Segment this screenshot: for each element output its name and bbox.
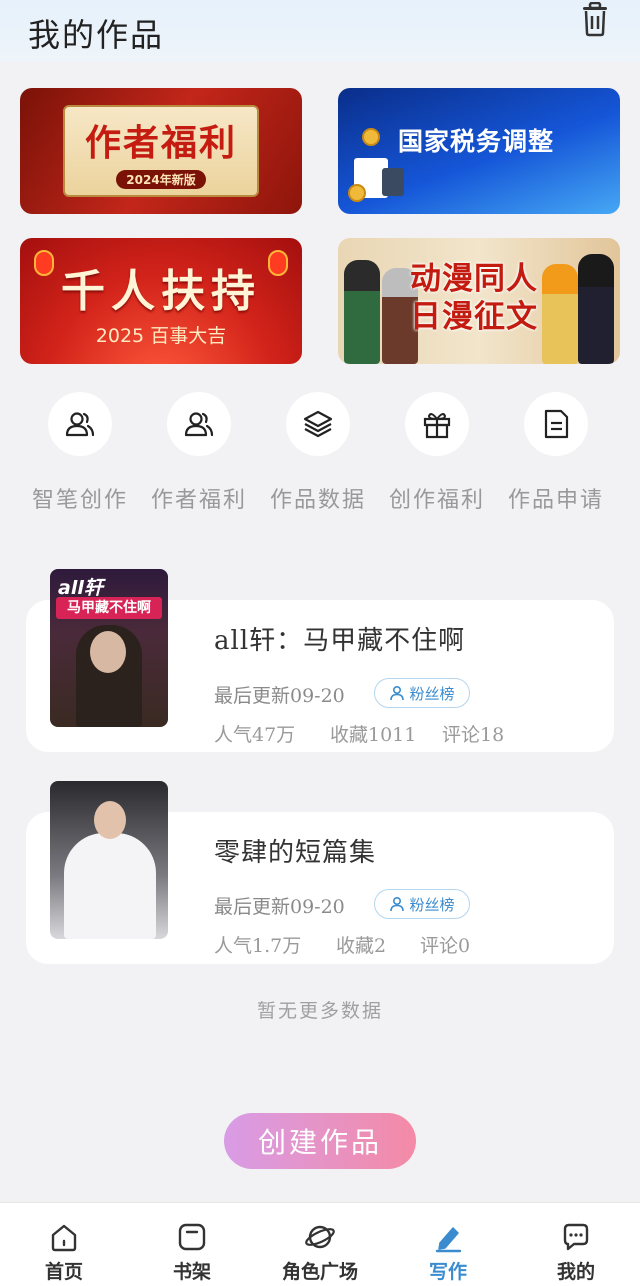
user-icon <box>390 896 405 912</box>
fan-ranking-label: 粉丝榜 <box>409 895 455 914</box>
quick-action-author-welfare[interactable] <box>167 392 231 456</box>
person-illustration <box>64 833 156 939</box>
banner-title: 动漫同人 日漫征文 <box>410 260 538 336</box>
banner-author-welfare[interactable]: 作者福利 2024年新版 <box>20 88 302 214</box>
lantern-illustration <box>34 250 54 276</box>
home-icon <box>51 1224 77 1252</box>
banner-anime-contest[interactable]: 动漫同人 日漫征文 <box>338 238 620 364</box>
banner-title-line: 动漫同人 <box>410 261 538 297</box>
banner-subtitle: 2025 百事大吉 <box>95 324 227 347</box>
face-illustration <box>90 631 126 673</box>
tab-write[interactable]: 写作 <box>384 1203 512 1286</box>
popularity: 人气1.7万 <box>214 935 302 957</box>
tab-character-plaza[interactable]: 角色广场 <box>256 1203 384 1286</box>
no-more-data-text: 暂无更多数据 <box>256 1000 383 1022</box>
quick-action-creation-welfare[interactable] <box>405 392 469 456</box>
favorites: 收藏1011 <box>330 724 417 746</box>
user-icon <box>390 685 405 701</box>
bottom-tab-bar: 首页 书架 角色广场 写作 我的 <box>0 1202 640 1286</box>
banner-subtitle: 2024年新版 <box>116 169 206 189</box>
tab-label: 我的 <box>556 1261 595 1283</box>
quick-action-label: 作品数据 <box>269 488 366 513</box>
lantern-illustration <box>268 250 288 276</box>
tab-mine[interactable]: 我的 <box>512 1203 640 1286</box>
cover-band: 马甲藏不住啊 <box>56 597 162 619</box>
face-illustration <box>94 801 126 839</box>
coin-illustration <box>362 128 380 146</box>
quick-action-work-application[interactable] <box>524 392 588 456</box>
banner-panel: 作者福利 2024年新版 <box>63 105 259 197</box>
tab-home[interactable]: 首页 <box>0 1203 128 1286</box>
work-cover[interactable] <box>50 781 168 939</box>
layers-icon <box>303 410 333 438</box>
quick-action-label: 作者福利 <box>150 488 247 513</box>
quick-action-label: 创作福利 <box>388 488 485 513</box>
calculator-illustration <box>382 168 404 196</box>
tab-label: 写作 <box>428 1261 467 1283</box>
page-title: 我的作品 <box>28 16 165 54</box>
users-icon <box>65 412 95 437</box>
tab-label: 首页 <box>44 1261 83 1283</box>
banner-title: 千人扶持 <box>61 265 261 317</box>
tab-label: 角色广场 <box>281 1261 358 1283</box>
banner-title-line: 日漫征文 <box>410 299 538 335</box>
comments: 评论18 <box>442 724 505 746</box>
banner-tax-adjustment[interactable]: 国家税务调整 <box>338 88 620 214</box>
quick-action-label: 作品申请 <box>507 488 604 513</box>
banner-title: 国家税务调整 <box>398 127 555 156</box>
quick-action-work-data[interactable] <box>286 392 350 456</box>
character-illustration <box>344 260 380 364</box>
chat-icon <box>563 1223 589 1251</box>
fan-ranking-badge[interactable]: 粉丝榜 <box>374 678 470 708</box>
pen-icon <box>435 1227 462 1253</box>
work-cover[interactable]: all轩 马甲藏不住啊 <box>50 569 168 727</box>
work-title: all轩：马甲藏不住啊 <box>214 626 466 656</box>
trash-icon[interactable] <box>578 1 612 38</box>
create-work-button[interactable]: 创建作品 <box>224 1113 416 1169</box>
work-title: 零肆的短篇集 <box>214 838 377 868</box>
last-updated: 最后更新09-20 <box>214 896 345 918</box>
fan-ranking-label: 粉丝榜 <box>409 684 455 703</box>
favorites: 收藏2 <box>336 935 387 957</box>
tab-bookshelf[interactable]: 书架 <box>128 1203 256 1286</box>
last-updated: 最后更新09-20 <box>214 685 345 707</box>
comments: 评论0 <box>420 935 471 957</box>
users-icon <box>184 412 214 437</box>
gift-icon <box>423 413 451 439</box>
fan-ranking-badge[interactable]: 粉丝榜 <box>374 889 470 919</box>
banner-support-program[interactable]: 千人扶持 2025 百事大吉 <box>20 238 302 364</box>
planet-icon <box>305 1225 335 1249</box>
quick-action-smart-write[interactable] <box>48 392 112 456</box>
tab-label: 书架 <box>172 1261 211 1283</box>
banner-title: 作者福利 <box>84 122 237 164</box>
quick-action-label: 智笔创作 <box>31 488 128 513</box>
character-illustration <box>578 254 614 364</box>
bookshelf-icon <box>178 1223 206 1251</box>
cover-tag: all轩 <box>58 577 103 599</box>
popularity: 人气47万 <box>214 724 296 746</box>
character-illustration <box>542 264 578 364</box>
document-icon <box>544 409 569 439</box>
coin-illustration <box>348 184 366 202</box>
header: 我的作品 <box>0 0 640 62</box>
